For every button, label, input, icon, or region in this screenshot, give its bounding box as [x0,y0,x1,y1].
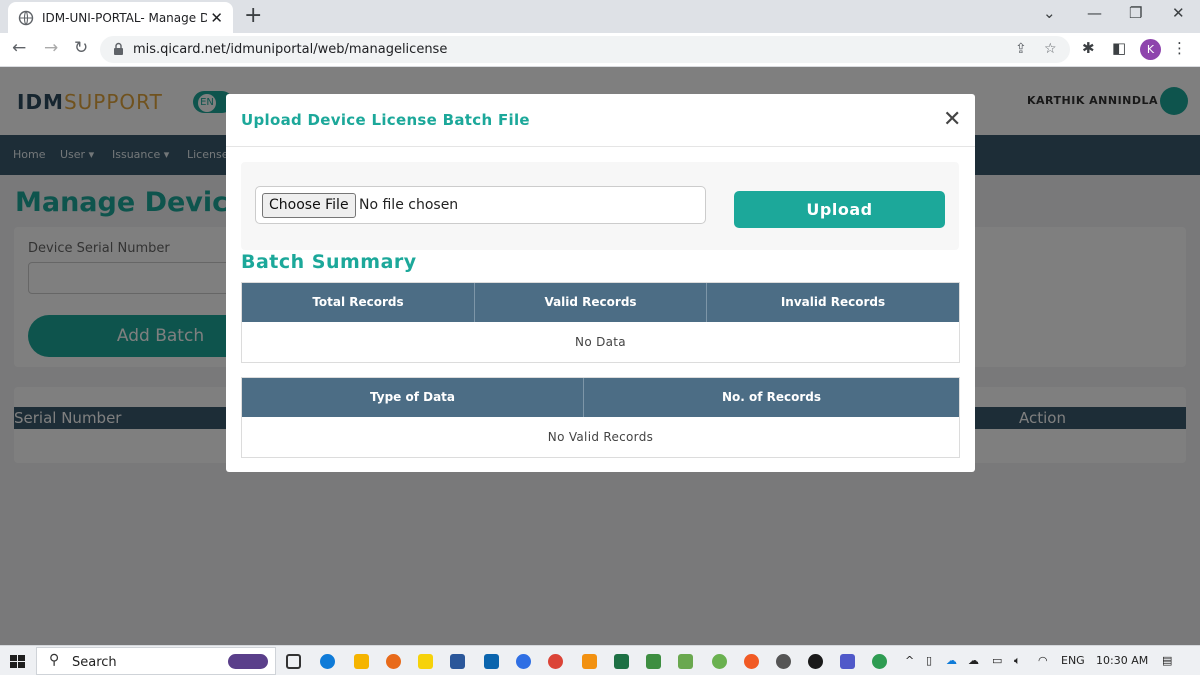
firefox-icon[interactable] [386,654,401,669]
tab-search-icon[interactable]: ⌄ [1043,4,1056,22]
wifi-icon[interactable]: ◠ [1038,654,1048,667]
globe-icon [18,10,34,25]
sticky-notes-icon[interactable] [418,654,433,669]
detail-empty-row: No Valid Records [242,417,959,457]
browser-toolbar: ← → ↻ mis.qicard.net/idmuniportal/web/ma… [0,33,1200,67]
url-text: mis.qicard.net/idmuniportal/web/manageli… [133,42,448,57]
modal-header: Upload Device License Batch File ✕ [226,94,975,147]
windows-start-icon[interactable] [10,655,25,669]
col-no-of-records: No. of Records [721,390,822,404]
notifications-icon[interactable]: ▤ [1162,654,1172,667]
col-invalid-records: Invalid Records [780,295,886,309]
restore-icon[interactable]: ❐ [1129,4,1142,22]
side-panel-icon[interactable]: ◧ [1112,39,1126,57]
summary-table-header: Total Records Valid Records Invalid Reco… [242,283,959,322]
windows-taskbar: ⚲ Search ^ ▯ ☁ ☁ ▭ 🔈︎ ◠ ENG 10:30 AM ▤ [0,645,1200,675]
browser-tabstrip: IDM-UNI-PORTAL- Manage Devi ✕ + ⌄ — ❐ ✕ [0,0,1200,33]
search-icon: ⚲ [49,652,60,668]
upload-license-modal: Upload Device License Batch File ✕ Choos… [226,94,975,472]
app-dark-icon[interactable] [808,654,823,669]
app-green-icon[interactable] [646,654,661,669]
edge-icon[interactable] [320,654,335,669]
lock-icon [114,42,123,55]
profile-avatar[interactable]: K [1140,39,1161,60]
browser-tab[interactable]: IDM-UNI-PORTAL- Manage Devi ✕ [8,2,233,33]
choose-file-button[interactable]: Choose File [262,193,356,218]
app-compass-icon[interactable] [744,654,759,669]
batch-summary-heading: Batch Summary [241,251,417,273]
file-status-text: No file chosen [359,197,459,213]
detail-table: Type of Data No. of Records No Valid Rec… [241,377,960,458]
menu-kebab-icon[interactable]: ⋮ [1172,39,1187,57]
app-doc-icon[interactable] [678,654,693,669]
settings-icon[interactable] [776,654,791,669]
app-leaf-icon[interactable] [712,654,727,669]
outlook-icon[interactable] [484,654,499,669]
onedrive-icon[interactable]: ☁ [946,654,957,667]
file-input[interactable]: Choose File No file chosen [255,186,706,224]
col-type-of-data: Type of Data [242,378,584,417]
tray-device-icon[interactable]: ▯ [926,654,932,667]
bookmark-star-icon[interactable]: ☆ [1044,41,1057,57]
window-close-icon[interactable]: ✕ [1172,4,1185,22]
share-icon[interactable]: ⇪ [1015,41,1027,57]
tray-cloud-icon[interactable]: ☁ [968,654,979,667]
close-icon[interactable]: ✕ [943,109,961,131]
new-tab-icon[interactable]: + [244,3,262,28]
modal-title: Upload Device License Batch File [241,111,530,129]
tray-chevron-icon[interactable]: ^ [905,654,914,667]
teams-icon[interactable] [840,654,855,669]
search-highlight-icon[interactable] [228,654,268,669]
taskbar-search-label: Search [72,655,117,670]
address-bar[interactable]: mis.qicard.net/idmuniportal/web/manageli… [100,36,1070,63]
col-total-records: Total Records [242,283,475,322]
upload-area: Choose File No file chosen Upload [241,162,959,250]
back-icon[interactable]: ← [12,38,26,58]
forward-icon[interactable]: → [44,38,58,58]
reload-icon[interactable]: ↻ [74,38,88,58]
volume-icon[interactable]: 🔈︎ [1014,654,1021,668]
chrome-icon[interactable] [548,654,563,669]
file-explorer-icon[interactable] [354,654,369,669]
detail-table-header: Type of Data No. of Records [242,378,959,417]
excel-icon[interactable] [614,654,629,669]
upload-button[interactable]: Upload [734,191,945,228]
word-icon[interactable] [450,654,465,669]
skype-icon[interactable] [516,654,531,669]
clock[interactable]: 10:30 AM [1096,654,1148,667]
close-tab-icon[interactable]: ✕ [210,9,223,27]
summary-empty-row: No Data [242,322,959,362]
task-view-icon[interactable] [286,654,301,669]
summary-table: Total Records Valid Records Invalid Reco… [241,282,960,363]
col-valid-records: Valid Records [475,283,707,322]
battery-icon[interactable]: ▭ [992,654,1002,667]
app-orange-icon[interactable] [582,654,597,669]
tab-title: IDM-UNI-PORTAL- Manage Devi [42,10,207,25]
minimize-icon[interactable]: — [1087,4,1102,22]
app-globe-icon[interactable] [872,654,887,669]
extensions-icon[interactable]: ✱ [1082,39,1095,57]
input-language[interactable]: ENG [1061,654,1085,667]
